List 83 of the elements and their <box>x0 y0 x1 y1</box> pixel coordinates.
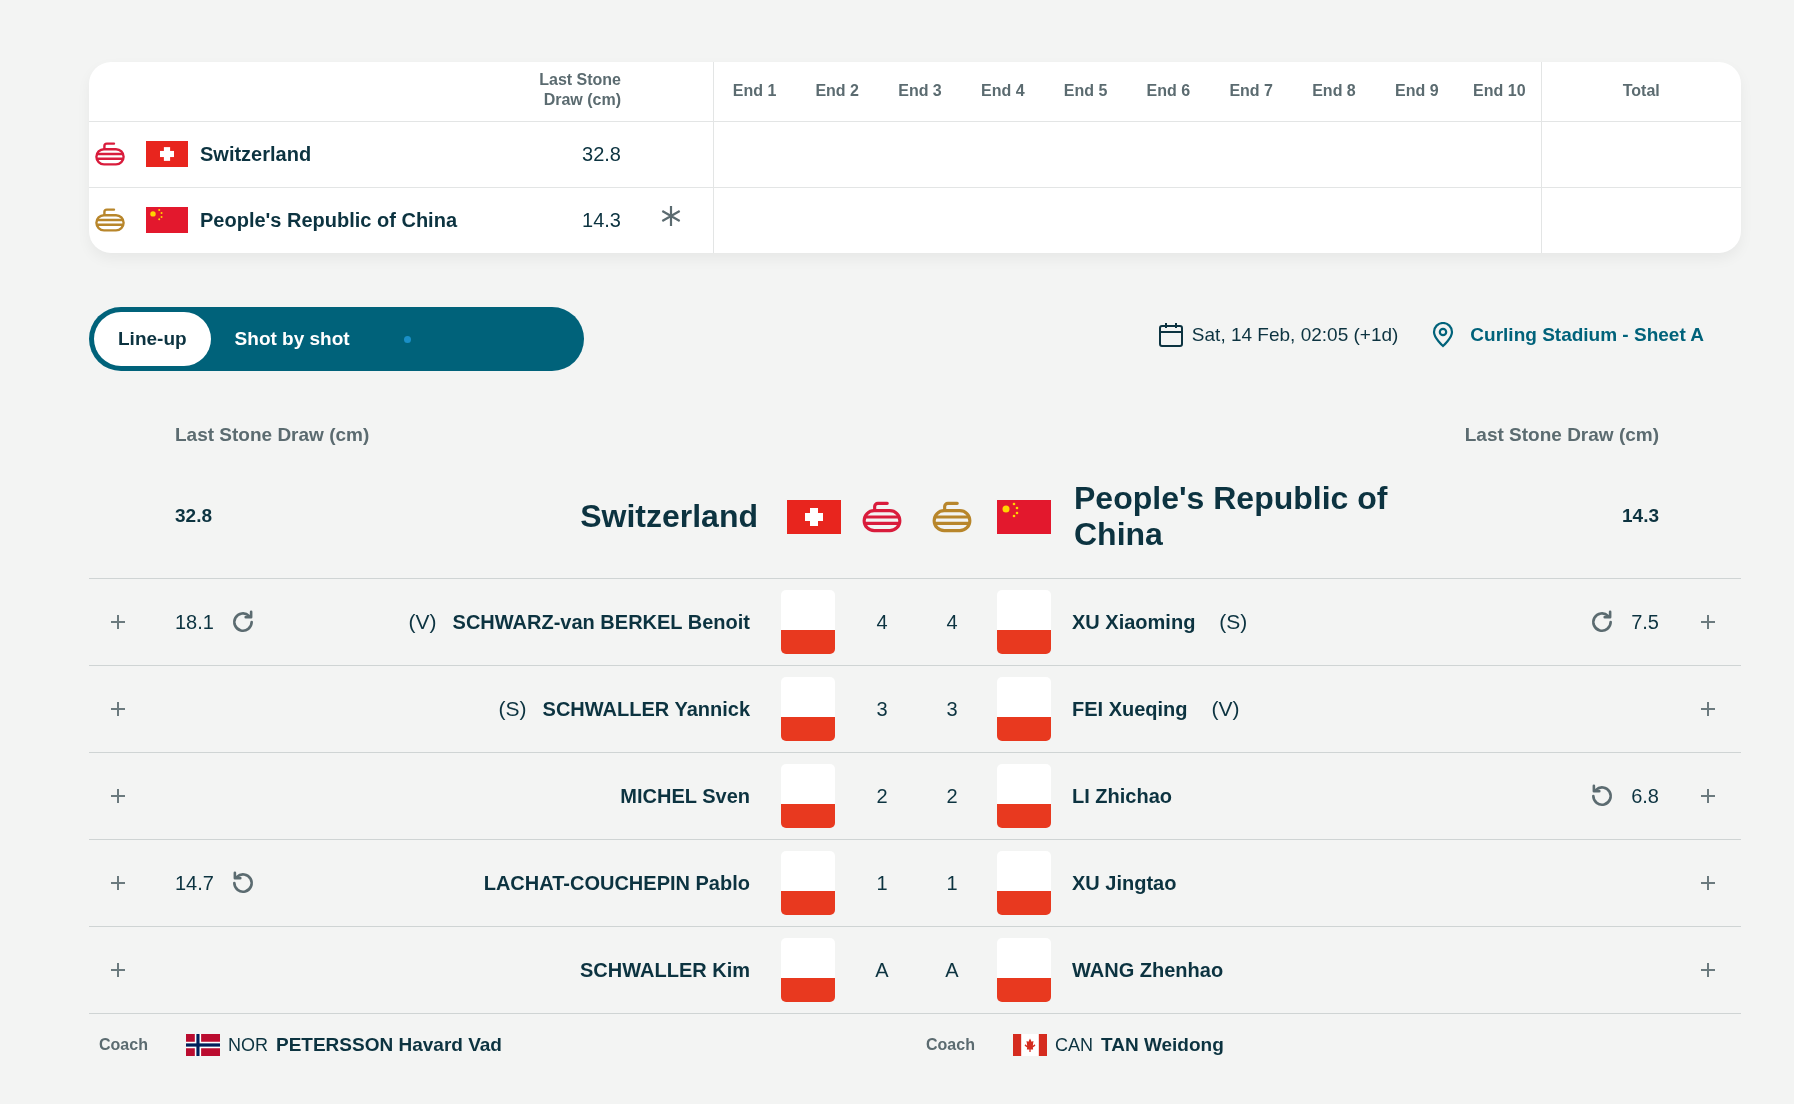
photo-placeholder <box>781 590 835 654</box>
player-name: SCHWARZ-van BERKEL Benoit <box>452 610 750 635</box>
photo-placeholder <box>781 677 835 741</box>
photo-placeholder <box>997 851 1051 915</box>
player-position: 2 <box>876 785 888 807</box>
player-position: 1 <box>876 872 888 894</box>
plus-icon <box>1699 613 1717 631</box>
column-header: End 5 <box>1063 82 1108 100</box>
player-name: XU Jingtao <box>1072 871 1177 896</box>
player-position: 3 <box>946 698 958 720</box>
team-name: People's Republic of China <box>200 208 457 234</box>
photo-placeholder <box>997 590 1051 654</box>
last-stone-draw-value: 32.8 <box>175 505 212 527</box>
role-label: (V) <box>1211 696 1240 723</box>
photo-placeholder <box>781 938 835 1002</box>
coach-label: Coach <box>99 1035 149 1055</box>
column-header: End 9 <box>1395 82 1439 100</box>
calendar-icon <box>1157 322 1184 348</box>
photo-placeholder <box>997 764 1051 828</box>
column-label: Last Stone Draw (cm) <box>1464 423 1659 445</box>
column-header: End 4 <box>981 82 1025 100</box>
player-position: 1 <box>946 872 958 894</box>
column-label: Last Stone Draw (cm) <box>175 423 370 445</box>
last-stone-draw-value: 14.3 <box>1622 505 1659 527</box>
venue-link[interactable]: Curling Stadium - Sheet A <box>1470 320 1704 350</box>
last-stone-draw-value: 6.8 <box>1631 784 1659 809</box>
photo-placeholder <box>997 938 1051 1002</box>
coach-name: PETERSSON Havard Vad <box>276 1032 502 1057</box>
location-pin-icon <box>1432 322 1455 348</box>
player-name: MICHEL Sven <box>620 784 750 809</box>
player-position: A <box>945 959 959 981</box>
plus-icon <box>1699 961 1717 979</box>
column-header: End 2 <box>815 82 859 100</box>
last-stone-draw-value: 14.7 <box>175 871 214 896</box>
coach-label: Coach <box>926 1035 976 1055</box>
player-position: 4 <box>876 611 888 633</box>
column-header: End 1 <box>732 82 777 100</box>
role-label: (V) <box>408 609 437 636</box>
plus-icon <box>109 700 127 718</box>
column-header: Last Stone Draw (cm) <box>538 70 621 111</box>
plus-icon <box>1699 787 1717 805</box>
role-label: (S) <box>1219 609 1248 636</box>
plus-icon <box>1699 700 1717 718</box>
last-stone-draw-value: 14.3 <box>582 209 621 232</box>
loading-icon <box>403 335 411 343</box>
column-header: End 8 <box>1312 82 1356 100</box>
plus-icon <box>109 961 127 979</box>
player-name: XU Xiaoming <box>1072 610 1196 635</box>
match-date: Sat, 14 Feb, 02:05 (+1d) <box>1191 322 1399 347</box>
plus-icon <box>109 613 127 631</box>
team-name: Switzerland <box>200 142 312 167</box>
last-stone-draw-value: 7.5 <box>1631 610 1659 635</box>
toggle-tab[interactable]: Shot by shot <box>210 312 374 366</box>
column-header: End 3 <box>898 82 942 100</box>
last-stone-draw-value: 18.1 <box>175 610 214 635</box>
photo-placeholder <box>781 851 835 915</box>
plus-icon <box>109 874 127 892</box>
player-name: SCHWALLER Kim <box>580 958 750 983</box>
column-header: End 10 <box>1473 82 1526 100</box>
country-code: CAN <box>1055 1033 1093 1057</box>
toggle-tab[interactable]: Line-up <box>94 312 211 366</box>
player-position: 3 <box>876 698 888 720</box>
column-header: Total <box>1622 82 1660 100</box>
plus-icon <box>1699 874 1717 892</box>
coach-name: TAN Weidong <box>1101 1032 1224 1057</box>
photo-placeholder <box>781 764 835 828</box>
column-header: End 7 <box>1229 82 1273 100</box>
column-header: End 6 <box>1146 82 1191 100</box>
player-name: LACHAT-COUCHEPIN Pablo <box>483 871 750 896</box>
player-name: WANG Zhenhao <box>1072 958 1224 983</box>
plus-icon <box>109 787 127 805</box>
player-name: FEI Xueqing <box>1072 697 1188 722</box>
player-name: SCHWALLER Yannick <box>542 697 750 722</box>
photo-placeholder <box>997 677 1051 741</box>
player-position: 4 <box>946 611 958 633</box>
last-stone-draw-value: 32.8 <box>582 143 621 165</box>
role-label: (S) <box>498 696 527 723</box>
team-name: People's Republic of China <box>1074 480 1388 552</box>
team-name: Switzerland <box>580 497 758 534</box>
player-position: 2 <box>946 785 958 807</box>
player-position: A <box>875 959 889 981</box>
country-code: NOR <box>228 1033 268 1057</box>
player-name: LI Zhichao <box>1072 784 1172 809</box>
